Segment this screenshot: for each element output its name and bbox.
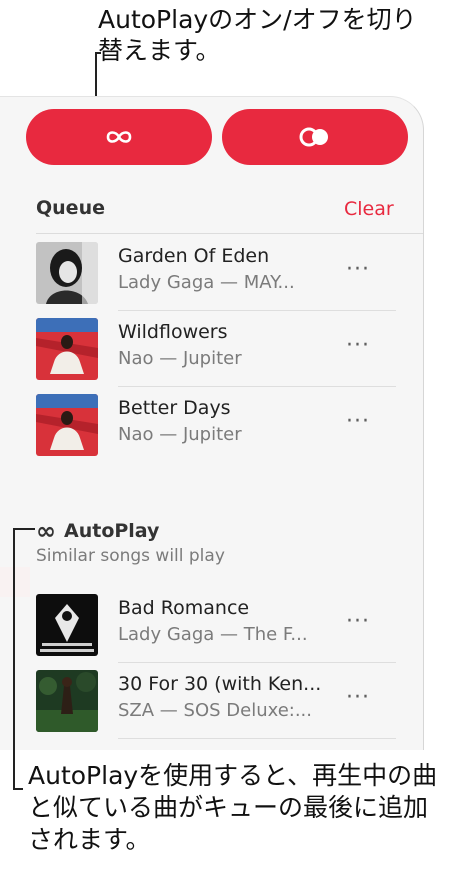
autoplay-row[interactable]: Bad Romance Lady Gaga — The F... ··· [36,587,396,663]
autoplay-title: AutoPlay [64,520,160,542]
infinity-icon: ∞ [36,517,56,545]
song-title: Garden Of Eden [118,245,270,267]
more-options-button[interactable]: ··· [346,609,370,634]
infinity-icon [106,131,132,143]
album-art [36,242,98,304]
album-art [36,670,98,732]
album-art [36,318,98,380]
autoplay-mode-button[interactable] [222,109,408,165]
leader-line [13,528,15,788]
queue-row[interactable]: Garden Of Eden Lady Gaga — MAY... ··· [36,235,396,311]
song-artist-album: Nao — Jupiter [118,424,242,445]
queue-heading: Queue [36,197,105,219]
song-artist-album: Lady Gaga — The F... [118,624,308,645]
queue-row[interactable]: Better Days Nao — Jupiter ··· [36,387,396,463]
callout-autoplay-description: AutoPlayを使用すると、再生中の曲と似ている曲がキューの最後に追加されます… [28,761,438,854]
leader-line [13,788,23,790]
song-artist-album: Lady Gaga — MAY... [118,272,295,293]
clear-button[interactable]: Clear [344,198,394,220]
divider [118,738,396,739]
more-options-button[interactable]: ··· [346,257,370,282]
more-options-button[interactable]: ··· [346,685,370,710]
song-artist-album: SZA — SOS Deluxe:... [118,700,313,721]
autoplay-subtitle: Similar songs will play [36,546,225,566]
album-art [36,594,98,656]
song-title: Bad Romance [118,597,250,619]
autoplay-toggle-button[interactable] [26,109,212,165]
more-options-button[interactable]: ··· [346,409,370,434]
leader-line [13,528,35,530]
divider [36,233,423,234]
autoplay-toggle-icon [299,127,328,147]
autoplay-row[interactable]: 30 For 30 (with Ken... SZA — SOS Deluxe:… [36,663,396,739]
autoplay-heading: ∞ AutoPlay [36,517,159,545]
queue-panel: Queue Clear Garden Of Eden Lady Gaga — M… [0,96,424,750]
background-artifact [0,567,30,597]
leader-line [95,52,101,54]
song-artist-album: Nao — Jupiter [118,348,242,369]
song-title: Wildflowers [118,321,228,343]
song-title: 30 For 30 (with Ken... [118,673,322,695]
album-art [36,394,98,456]
queue-row[interactable]: Wildflowers Nao — Jupiter ··· [36,311,396,387]
callout-autoplay-toggle: AutoPlayのオン/オフを切り替えます。 [98,5,417,65]
song-title: Better Days [118,397,231,419]
more-options-button[interactable]: ··· [346,333,370,358]
